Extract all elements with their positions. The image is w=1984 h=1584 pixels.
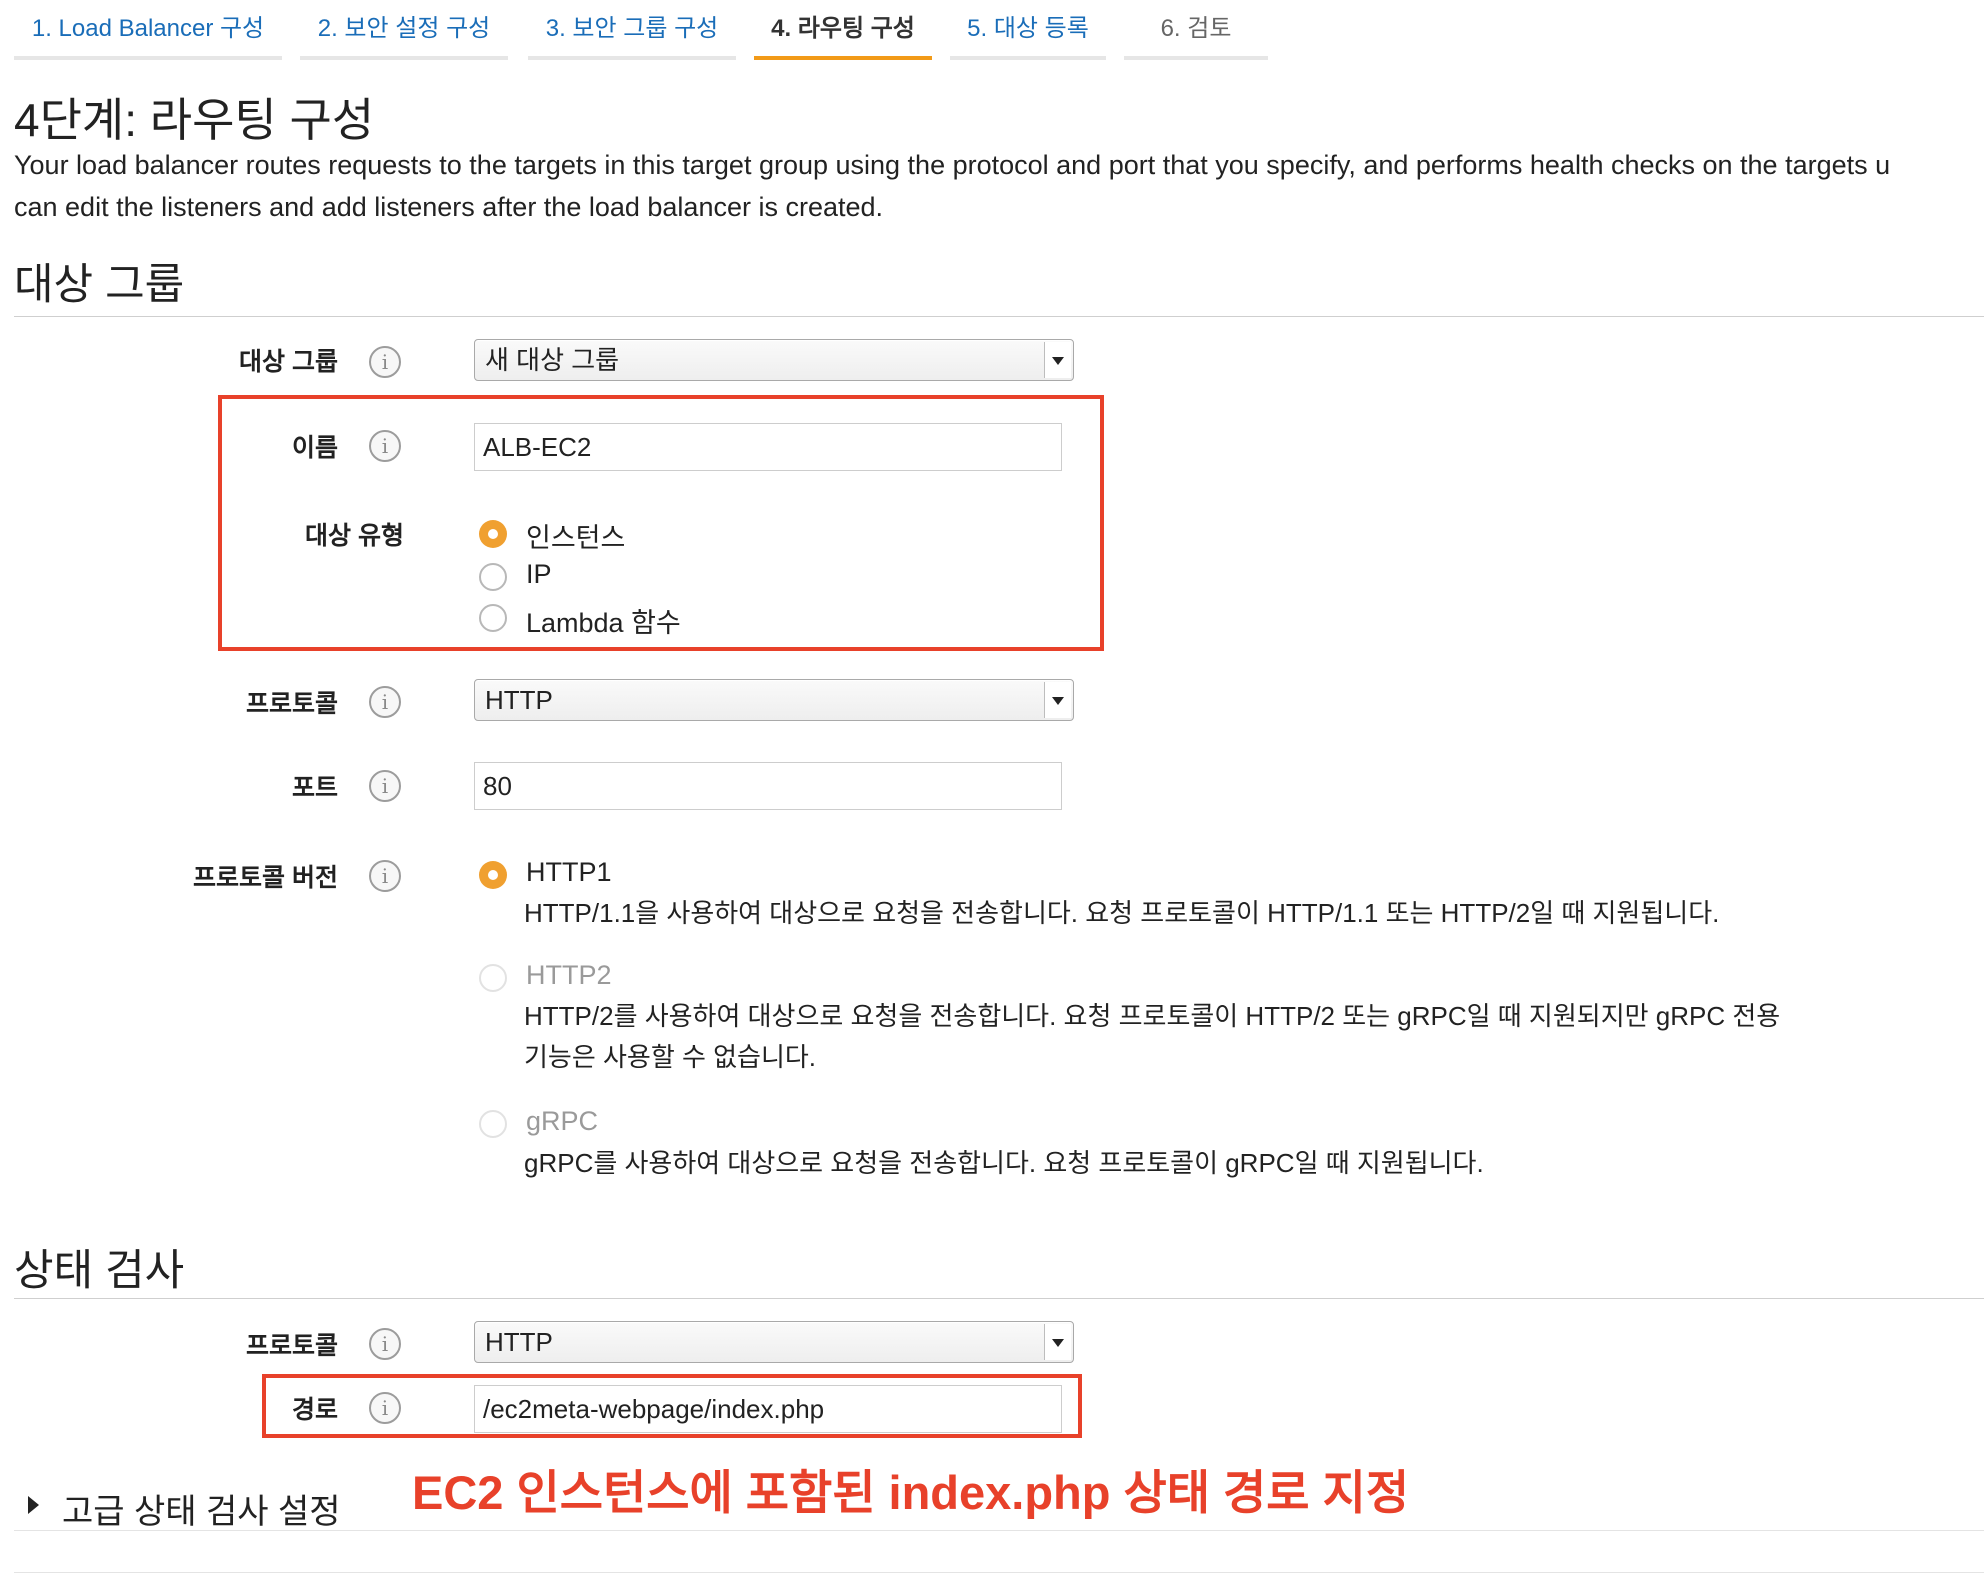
protocol-select[interactable]: HTTP (474, 679, 1074, 721)
target-group-select-value: 새 대상 그룹 (485, 345, 620, 375)
chevron-down-icon (1044, 1324, 1071, 1360)
section-title-health-check: 상태 검사 (14, 1247, 185, 1295)
info-icon[interactable]: i (369, 770, 401, 802)
desc-line: 기능은 사용할 수 없습니다. (524, 1042, 817, 1072)
tab-register-targets[interactable]: 5. 대상 등록 (950, 0, 1106, 60)
chevron-down-icon (1044, 342, 1071, 378)
info-icon[interactable]: i (369, 686, 401, 718)
protocol-version-http1-radio[interactable] (479, 861, 507, 889)
target-group-label: 대상 그룹 (239, 348, 338, 376)
protocol-version-http2-desc: HTTP/2를 사용하여 대상으로 요청을 전송합니다. 요청 프로토콜이 HT… (524, 996, 1780, 1078)
target-type-label: 대상 유형 (305, 522, 404, 550)
target-type-lambda-radio[interactable] (479, 604, 507, 632)
port-input[interactable]: 80 (474, 762, 1062, 810)
target-type-instance-label[interactable]: 인스턴스 (526, 516, 625, 555)
health-path-input[interactable]: /ec2meta-webpage/index.php (474, 1385, 1062, 1433)
info-icon[interactable]: i (369, 1392, 401, 1424)
info-icon[interactable]: i (369, 860, 401, 892)
tab-routing[interactable]: 4. 라우팅 구성 (754, 0, 932, 60)
protocol-select-value: HTTP (485, 685, 553, 715)
target-type-lambda-label[interactable]: Lambda 함수 (526, 601, 681, 640)
health-path-label: 경로 (291, 1396, 338, 1424)
target-type-ip-radio[interactable] (479, 563, 507, 591)
intro-line-1: Your load balancer routes requests to th… (14, 150, 1891, 180)
tab-security-groups[interactable]: 3. 보안 그룹 구성 (528, 0, 736, 60)
protocol-version-http2-label: HTTP2 (526, 960, 612, 990)
port-label: 포트 (291, 774, 338, 802)
protocol-label: 프로토콜 (245, 690, 338, 718)
protocol-version-http1-label[interactable]: HTTP1 (526, 857, 612, 888)
target-group-select[interactable]: 새 대상 그룹 (474, 339, 1074, 381)
protocol-version-label: 프로토콜 버전 (193, 864, 338, 892)
page-intro: Your load balancer routes requests to th… (14, 144, 1984, 228)
tab-review: 6. 검토 (1124, 0, 1268, 60)
name-input[interactable]: ALB-EC2 (474, 423, 1062, 471)
desc-line: HTTP/2를 사용하여 대상으로 요청을 전송합니다. 요청 프로토콜이 HT… (524, 1001, 1781, 1031)
name-label: 이름 (291, 434, 338, 462)
info-icon[interactable]: i (369, 430, 401, 462)
protocol-version-grpc-label: gRPC (526, 1106, 599, 1136)
section-divider (14, 1572, 1984, 1573)
section-divider (14, 1298, 1984, 1299)
chevron-down-icon (1044, 682, 1071, 718)
tab-security-settings[interactable]: 2. 보안 설정 구성 (300, 0, 508, 60)
page-title: 4단계: 라우팅 구성 (14, 94, 375, 146)
intro-line-2: can edit the listeners and add listeners… (14, 192, 884, 222)
protocol-version-http1-desc: HTTP/1.1을 사용하여 대상으로 요청을 전송합니다. 요청 프로토콜이 … (524, 898, 1720, 928)
section-divider (14, 316, 1984, 317)
health-protocol-select[interactable]: HTTP (474, 1321, 1074, 1363)
advanced-health-check-toggle[interactable]: 고급 상태 검사 설정 (62, 1484, 341, 1533)
info-icon[interactable]: i (369, 1328, 401, 1360)
protocol-version-http2-radio (479, 964, 507, 992)
target-type-instance-radio[interactable] (479, 520, 507, 548)
health-protocol-select-value: HTTP (485, 1327, 553, 1357)
protocol-version-grpc-desc: gRPC를 사용하여 대상으로 요청을 전송합니다. 요청 프로토콜이 gRPC… (524, 1148, 1484, 1178)
health-protocol-label: 프로토콜 (245, 1332, 338, 1360)
section-title-target-group: 대상 그룹 (14, 261, 185, 309)
info-icon[interactable]: i (369, 346, 401, 378)
protocol-version-grpc-radio (479, 1110, 507, 1138)
caret-right-icon[interactable] (28, 1496, 39, 1514)
target-type-ip-label[interactable]: IP (526, 559, 552, 590)
tab-load-balancer-config[interactable]: 1. Load Balancer 구성 (14, 0, 282, 60)
section-divider (14, 1530, 1984, 1531)
annotation-callout: EC2 인스턴스에 포함된 index.php 상태 경로 지정 (412, 1466, 1410, 1519)
